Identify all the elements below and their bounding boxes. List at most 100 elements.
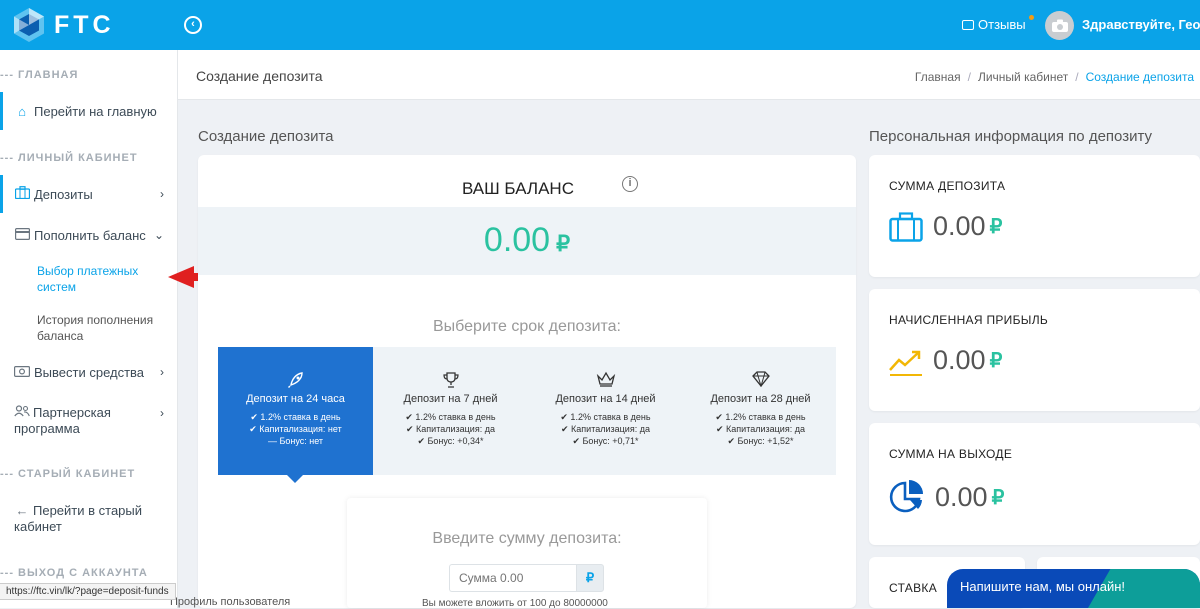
term-feature: ✔ 1.2% ставка в день [250,412,341,422]
stat-value: 0.00 [933,345,986,375]
page-header: Создание депозита Главная / Личный кабинет… [178,50,1200,100]
amount-input[interactable] [449,564,576,592]
term-feature: ✔ 1.2% ставка в день [405,412,496,422]
chevron-right-icon: › [160,365,164,379]
sidebar-item-home[interactable]: ⌂ Перейти на главную [0,92,177,130]
breadcrumb: Главная / Личный кабинет / Создание депозита [914,70,1194,84]
crown-icon [528,371,683,387]
chat-widget-label: Напишите нам, мы онлайн! [960,579,1126,594]
term-option-28d[interactable]: Депозит на 28 дней ✔ 1.2% ставка в день … [683,347,838,475]
users-icon [13,405,31,421]
balance-title: ВАШ БАЛАНС [462,179,574,198]
pie-chart-icon [889,480,923,513]
sidebar-subitem-topup-history[interactable]: История пополнения баланса [37,312,167,344]
term-feature: ✔ 1.2% ставка в день [560,412,651,422]
term-option-14d[interactable]: Депозит на 14 дней ✔ 1.2% ставка в день … [528,347,683,475]
user-greeting[interactable]: Здравствуйте, Георгий [1082,17,1200,32]
sidebar-item-label: Перейти в старый кабинет [14,503,143,534]
section-title-main: --- ГЛАВНАЯ [0,69,79,81]
stat-value: 0.00 [935,481,988,512]
choose-term-label: Выберите срок депозита: [432,318,621,335]
section-title-cabinet: --- ЛИЧНЫЙ КАБИНЕТ [0,152,138,164]
logo[interactable]: FTC [12,7,115,43]
balance-amount: 0.00 [483,221,551,259]
section-title-logout: --- ВЫХОД С АККАУНТА [0,567,148,579]
notification-dot [1028,15,1034,20]
arrow-left-icon: ← [15,503,29,518]
card-icon [13,227,31,243]
breadcrumb-cabinet[interactable]: Личный кабинет [978,70,1068,84]
stat-value: 0.00 [933,211,986,241]
term-feature: ✔ 1.2% ставка в день [715,412,806,422]
briefcase-icon [13,186,31,202]
avatar[interactable] [1045,11,1074,40]
term-option-7d[interactable]: Депозит на 7 дней ✔ 1.2% ставка в день ✔… [373,347,528,475]
trophy-icon [373,371,528,388]
term-title: Депозит на 28 дней [710,393,811,405]
term-selector: Депозит на 24 часа ✔ 1.2% ставка в день … [218,347,836,475]
amount-currency-addon: ₽ [576,564,604,592]
balance-value: 0.00 ₽ [198,221,856,260]
home-icon: ⌂ [18,103,26,119]
term-feature: ✔ Капитализация: да [406,424,495,434]
stat-card-output-sum: СУММА НА ВЫХОДЕ 0.00 ₽ [869,423,1200,545]
diamond-icon [683,371,838,388]
stat-label: СУММА ДЕПОЗИТА [889,179,1006,193]
sidebar: --- ГЛАВНАЯ ⌂ Перейти на главную --- ЛИЧ… [0,50,178,608]
chat-widget[interactable]: Напишите нам, мы онлайн! [947,569,1200,608]
sidebar-item-withdraw[interactable]: Вывести средства › [0,362,177,382]
deposit-info-title: Персональная информация по депозиту [869,128,1153,145]
term-title: Депозит на 14 дней [555,393,656,405]
briefcase-icon [889,211,923,242]
currency-symbol: ₽ [989,350,1003,372]
trend-up-icon [889,350,922,376]
breadcrumb-current: Создание депозита [1085,70,1194,84]
breadcrumb-home[interactable]: Главная [915,70,961,84]
sidebar-toggle-icon[interactable]: ‹ [184,16,202,34]
term-title: Депозит на 7 дней [403,393,498,405]
term-feature: ✔ Бонус: +0,34* [417,436,484,446]
comment-icon [962,19,974,30]
enter-amount-label: Введите сумму депозита: [432,530,622,547]
stat-card-profit: НАЧИСЛЕННАЯ ПРИБЫЛЬ 0.00 ₽ [869,289,1200,411]
term-feature: — Бонус: нет [267,436,324,446]
status-bar-url: https://ftc.vin/lk/?page=deposit-funds [0,583,176,600]
sidebar-item-deposits[interactable]: Депозиты › [0,175,177,213]
amount-hint: Вы можете вложить от 100 до 80000000 [422,598,608,609]
sidebar-item-old-cabinet[interactable]: ← Перейти в старый кабинет [0,503,177,537]
term-feature: ✔ Капитализация: да [561,424,650,434]
sidebar-item-label: Пополнить баланс [34,227,146,243]
stat-label: СУММА НА ВЫХОДЕ [889,447,1013,461]
term-feature: ✔ Бонус: +0,71* [572,436,639,446]
chevron-right-icon: › [160,406,164,420]
reviews-link[interactable]: Отзывы [962,15,1034,32]
balance-band: 0.00 ₽ [198,207,856,275]
ftc-logo-icon [14,8,44,42]
stat-card-deposit-sum: СУММА ДЕПОЗИТА 0.00 ₽ [869,155,1200,277]
rocket-icon [218,371,373,388]
sidebar-item-label: Вывести средства [34,364,145,380]
sidebar-item-label: Перейти на главную [34,103,157,119]
deposit-form-title: Создание депозита [198,128,334,145]
term-option-24h[interactable]: Депозит на 24 часа ✔ 1.2% ставка в день … [218,347,373,475]
active-term-pointer [287,475,303,483]
term-feature: ✔ Бонус: +1,52* [727,436,794,446]
camera-icon [1051,19,1068,32]
top-bar: FTC ‹ Отзывы Здравствуйте, Георгий [0,0,1200,50]
sidebar-item-label: Депозиты [34,186,93,202]
profile-link[interactable]: Профиль пользователя [170,596,290,608]
sidebar-item-partner[interactable]: Партнерская программа › [0,405,177,439]
term-feature: ✔ Капитализация: нет [249,424,342,434]
sidebar-subitem-payment-systems[interactable]: Выбор платежных систем [37,263,167,295]
info-icon[interactable]: i [622,176,638,192]
sidebar-item-topup[interactable]: Пополнить баланс ⌄ [0,217,177,253]
reviews-label: Отзывы [978,17,1026,32]
cash-icon [13,365,31,380]
term-title: Депозит на 24 часа [246,393,345,405]
chevron-down-icon: ⌄ [153,228,164,242]
section-title-old: --- СТАРЫЙ КАБИНЕТ [0,468,136,480]
currency-symbol: ₽ [989,216,1003,238]
stat-label: НАЧИСЛЕННАЯ ПРИБЫЛЬ [889,313,1049,327]
amount-card: Введите сумму депозита: ₽ Вы можете влож… [347,498,707,609]
page-title: Создание депозита [196,68,323,84]
